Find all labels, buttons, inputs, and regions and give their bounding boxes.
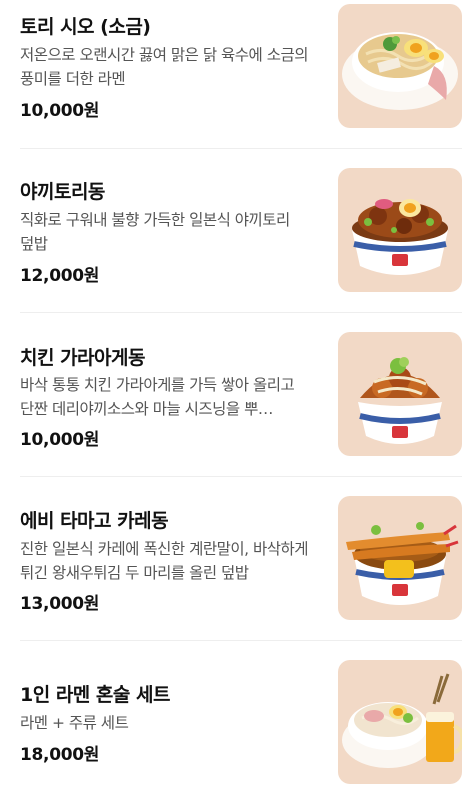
menu-item-yakitori-don[interactable]: 야끼토리동 직화로 구워내 불향 가득한 일본식 야끼토리 덮밥 12,000원 bbox=[0, 164, 466, 312]
menu-item-image[interactable] bbox=[338, 660, 462, 784]
ramen-beer-set-icon bbox=[338, 660, 462, 784]
menu-item-price: 12,000원 bbox=[20, 266, 100, 286]
rice-bowl-icon bbox=[338, 332, 462, 456]
divider bbox=[20, 312, 462, 313]
menu-item-chicken-karaage-don[interactable]: 치킨 가라아게동 바삭 통통 치킨 가라아게를 가득 쌓아 올리고 단짠 데리야… bbox=[0, 328, 466, 476]
menu-item-description: 라멘 + 주류 세트 bbox=[20, 714, 129, 732]
menu-item-name: 치킨 가라아게동 bbox=[20, 347, 145, 369]
menu-item-price: 10,000원 bbox=[20, 430, 100, 450]
menu-item-name: 토리 시오 (소금) bbox=[20, 16, 151, 38]
menu-item-price: 13,000원 bbox=[20, 594, 100, 614]
menu-item-price: 10,000원 bbox=[20, 101, 100, 121]
menu-item-name: 1인 라멘 혼술 세트 bbox=[20, 684, 170, 706]
menu-item-name: 야끼토리동 bbox=[20, 181, 105, 203]
menu-item-description: 진한 일본식 카레에 폭신한 계란말이, 바삭하게 튀긴 왕새우튀김 두 마리를… bbox=[20, 540, 309, 582]
menu-item-description: 직화로 구워내 불향 가득한 일본식 야끼토리 덮밥 bbox=[20, 211, 290, 253]
ramen-bowl-icon bbox=[338, 4, 462, 128]
menu-item-image[interactable] bbox=[338, 332, 462, 456]
menu-item-tori-shio[interactable]: 토리 시오 (소금) 저온으로 오랜시간 끓여 맑은 닭 육수에 소금의 풍미를… bbox=[0, 0, 466, 148]
menu-item-image[interactable] bbox=[338, 496, 462, 620]
divider bbox=[20, 640, 462, 641]
menu-item-image[interactable] bbox=[338, 168, 462, 292]
menu-item-description: 바삭 통통 치킨 가라아게를 가득 쌓아 올리고 단짠 데리야끼소스와 마늘 시… bbox=[20, 376, 295, 418]
menu-item-ramen-drinking-set[interactable]: 1인 라멘 혼술 세트 라멘 + 주류 세트 18,000원 bbox=[0, 656, 466, 804]
menu-item-price: 18,000원 bbox=[20, 745, 100, 765]
divider bbox=[20, 476, 462, 477]
rice-bowl-icon bbox=[338, 496, 462, 620]
rice-bowl-icon bbox=[338, 168, 462, 292]
menu-item-description: 저온으로 오랜시간 끓여 맑은 닭 육수에 소금의 풍미를 더한 라멘 bbox=[20, 46, 309, 88]
menu-item-ebi-tamago-curry-don[interactable]: 에비 타마고 카레동 진한 일본식 카레에 폭신한 계란말이, 바삭하게 튀긴 … bbox=[0, 492, 466, 640]
divider bbox=[20, 148, 462, 149]
menu-item-image[interactable] bbox=[338, 4, 462, 128]
menu-item-name: 에비 타마고 카레동 bbox=[20, 510, 169, 532]
